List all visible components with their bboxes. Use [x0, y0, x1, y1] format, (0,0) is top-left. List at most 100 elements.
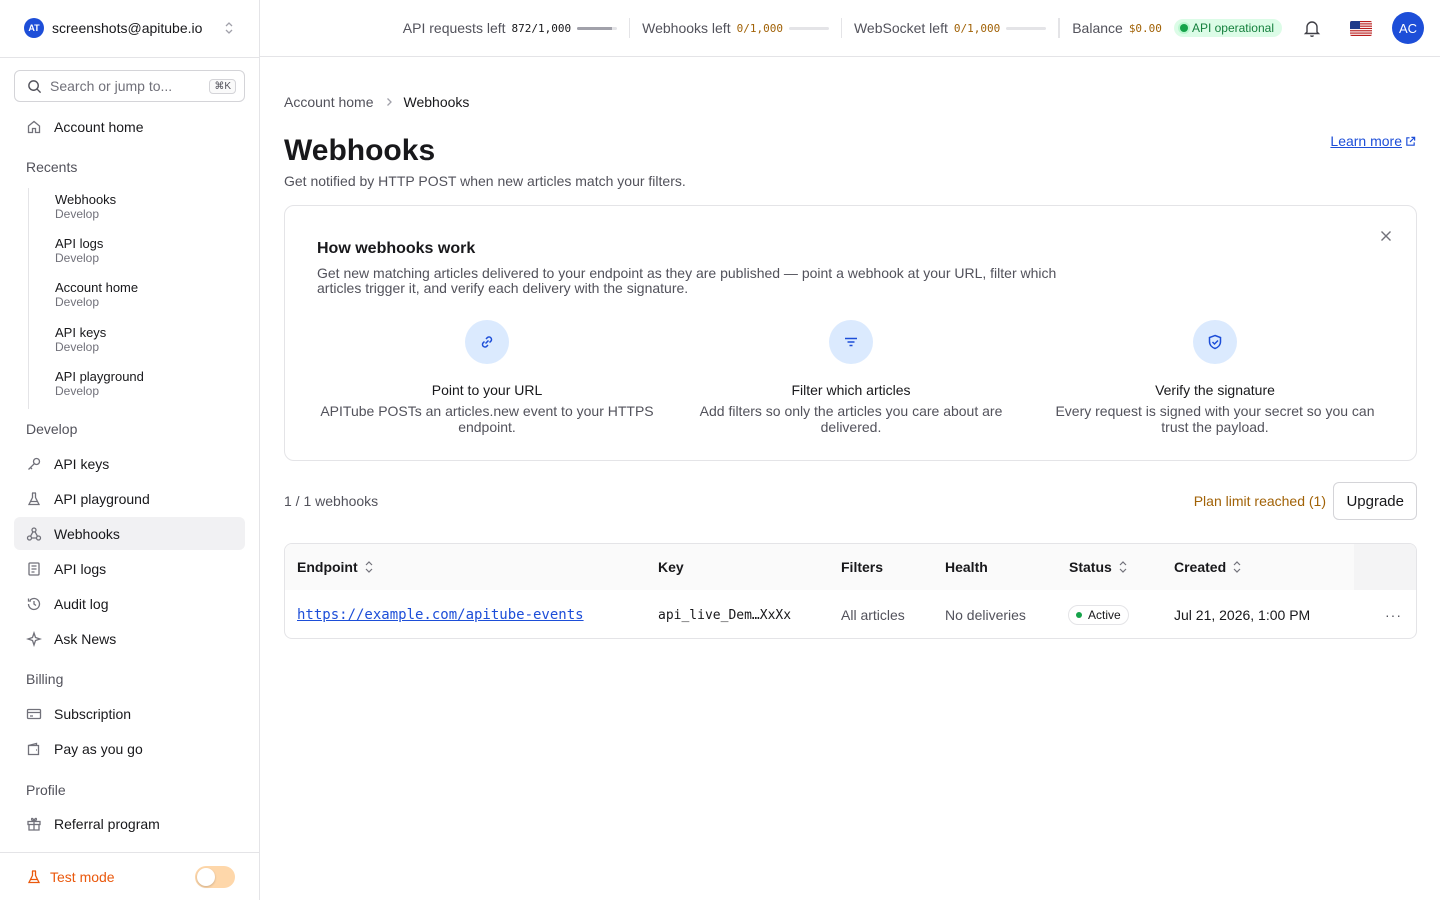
test-mode-toggle[interactable] [195, 865, 235, 888]
sidebar-item-referral-program[interactable]: Referral program [14, 807, 245, 840]
filter-icon [829, 320, 873, 364]
sidebar-item-label: Webhooks [54, 525, 120, 542]
endpoint-link[interactable]: https://example.com/apitube-events [297, 607, 584, 623]
sidebar-item-label: Pay as you go [54, 740, 143, 757]
breadcrumb-parent[interactable]: Account home [284, 94, 374, 110]
sidebar-item-label: Referral program [54, 815, 160, 832]
recent-item-webhooks[interactable]: Webhooks Develop [29, 188, 238, 232]
gift-icon [26, 816, 42, 832]
search-icon [27, 79, 42, 94]
sidebar-item-webhooks[interactable]: Webhooks [14, 517, 245, 550]
column-header-created[interactable]: Created [1174, 544, 1242, 590]
table-header: Endpoint Key Filters Health Status Creat… [285, 544, 1416, 590]
metric-label: API requests left [402, 20, 506, 36]
column-header-filters: Filters [841, 544, 883, 590]
toggle-knob [197, 867, 215, 886]
recents-list: Webhooks Develop API logs Develop Accoun… [28, 188, 238, 409]
column-header-status[interactable]: Status [1069, 544, 1128, 590]
account-email: screenshots@apitube.io [52, 20, 203, 36]
health-cell: No deliveries [945, 607, 1026, 623]
search-placeholder: Search or jump to... [50, 78, 173, 94]
recent-item-account-home[interactable]: Account home Develop [29, 276, 238, 320]
recent-title: API keys [55, 324, 107, 340]
status-label: API operational [1191, 21, 1274, 35]
sidebar-item-label: API keys [54, 455, 110, 472]
learn-more-link[interactable]: Learn more [1330, 133, 1416, 149]
webhook-count: 1 / 1 webhooks [284, 493, 379, 509]
column-label: Health [945, 559, 988, 575]
row-actions-cell: ··· [1385, 590, 1402, 638]
sidebar: AT screenshots@apitube.io Search or jump… [0, 0, 260, 900]
card-title: How webhooks work [317, 240, 476, 257]
recent-item-api-logs[interactable]: API logs Develop [29, 232, 238, 276]
column-header-endpoint[interactable]: Endpoint [297, 544, 374, 590]
recent-title: API playground [55, 368, 144, 384]
metric-value: 0/1,000 [736, 21, 783, 35]
balance-metric: Balance $0.00 [1059, 18, 1174, 38]
develop-heading: Develop [26, 421, 78, 437]
column-label: Status [1069, 559, 1112, 575]
status-badge: Active [1068, 605, 1129, 625]
column-header-health: Health [945, 544, 988, 590]
key-cell: api_live_Dem…XxXx [658, 590, 792, 638]
us-flag-icon[interactable] [1350, 20, 1372, 36]
column-label: Key [658, 559, 684, 575]
how-webhooks-work-card: How webhooks work Get new matching artic… [284, 205, 1417, 461]
endpoint-cell: https://example.com/apitube-events [297, 590, 584, 638]
shield-check-icon [1193, 320, 1237, 364]
chevron-right-icon [384, 97, 394, 107]
sidebar-item-account-home[interactable]: Account home [14, 110, 245, 143]
recent-sub: Develop [55, 207, 100, 221]
sidebar-item-api-playground[interactable]: API playground [14, 482, 245, 515]
search-input[interactable]: Search or jump to... ⌘K [14, 70, 245, 102]
more-actions-icon[interactable]: ··· [1385, 607, 1402, 623]
upgrade-button[interactable]: Upgrade [1333, 482, 1417, 520]
step-filter-articles: Filter which articles Add filters so onl… [681, 320, 1021, 435]
close-icon[interactable] [1378, 228, 1394, 244]
sidebar-item-ask-news[interactable]: Ask News [14, 622, 245, 655]
breadcrumb-current: Webhooks [403, 94, 470, 110]
avatar[interactable]: AC [1392, 12, 1424, 44]
key-value: api_live_Dem…XxXx [658, 607, 792, 623]
step-description: APITube POSTs an articles.new event to y… [320, 403, 654, 435]
logs-icon [26, 561, 42, 577]
column-label: Created [1174, 559, 1227, 575]
metric-value: 0/1,000 [953, 21, 1001, 35]
recent-sub: Develop [55, 295, 100, 310]
sidebar-item-label: Audit log [54, 595, 109, 612]
sidebar-item-api-logs[interactable]: API logs [14, 552, 245, 585]
sidebar-item-label: API playground [54, 490, 150, 507]
api-status-badge[interactable]: API operational [1173, 19, 1282, 37]
status-dot [1179, 24, 1188, 32]
step-title: Filter which articles [791, 382, 911, 398]
recent-sub: Develop [55, 339, 100, 354]
search-shortcut: ⌘K [209, 78, 236, 94]
metric-label: Webhooks left [642, 20, 731, 36]
sort-icon [1232, 560, 1242, 574]
websocket-meter [1006, 26, 1047, 30]
sidebar-item-audit-log[interactable]: Audit log [14, 587, 245, 620]
page-title: Webhooks [284, 134, 436, 167]
sidebar-item-subscription[interactable]: Subscription [14, 697, 245, 730]
sidebar-item-api-keys[interactable]: API keys [14, 447, 245, 480]
filters-cell: All articles [841, 607, 905, 623]
learn-more-label: Learn more [1330, 133, 1402, 149]
profile-heading: Profile [26, 782, 66, 798]
webhook-icon [26, 526, 42, 542]
recent-title: Webhooks [55, 192, 117, 207]
bell-icon[interactable] [1302, 18, 1322, 38]
step-point-to-url: Point to your URL APITube POSTs an artic… [317, 320, 657, 435]
webhooks-table: Endpoint Key Filters Health Status Creat… [284, 543, 1417, 639]
recent-item-api-playground[interactable]: API playground Develop [29, 365, 238, 409]
recent-item-api-keys[interactable]: API keys Develop [29, 321, 238, 365]
test-mode-label: Test mode [50, 868, 115, 885]
billing-heading: Billing [26, 671, 64, 687]
sparkle-icon [26, 630, 42, 647]
step-description: Add filters so only the articles you car… [699, 403, 1003, 435]
metric-label: WebSocket left [853, 20, 948, 36]
account-switcher[interactable]: AT screenshots@apitube.io [14, 10, 246, 46]
sidebar-item-pay-as-you-go[interactable]: Pay as you go [14, 732, 245, 765]
flask-icon [26, 491, 42, 507]
test-mode-bar: Test mode [0, 852, 259, 900]
status-dot [1076, 612, 1082, 618]
